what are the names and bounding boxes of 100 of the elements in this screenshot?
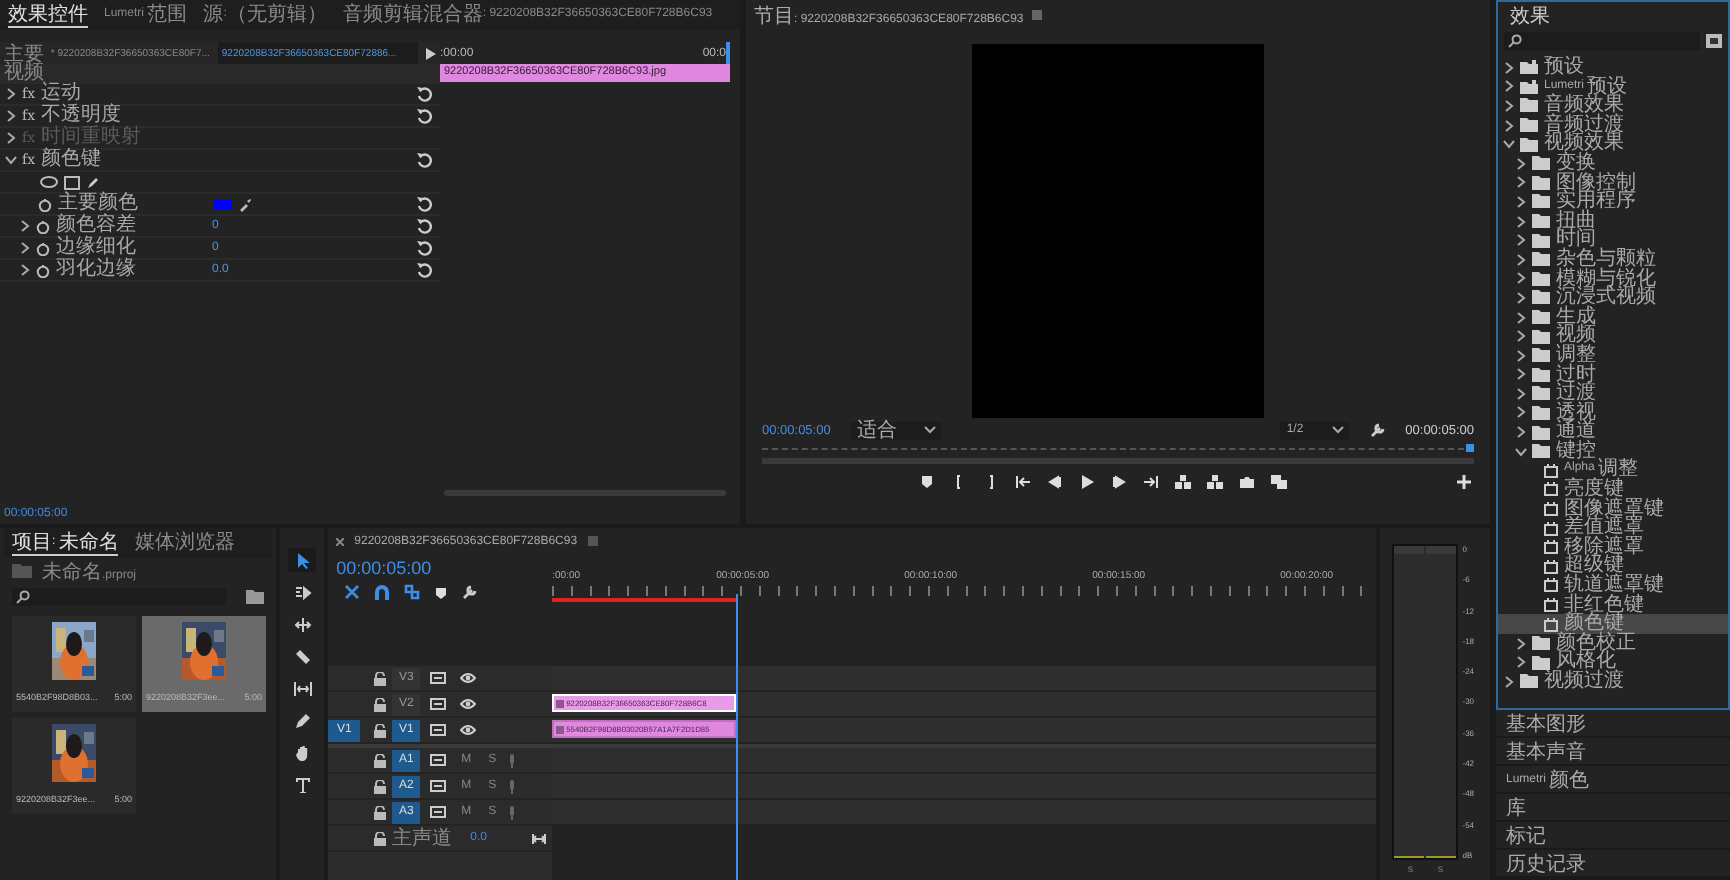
chevron-icon[interactable] — [1516, 656, 1526, 669]
go-to-out-icon[interactable] — [1140, 472, 1160, 492]
stopwatch-icon[interactable] — [38, 197, 52, 211]
camera-icon[interactable] — [1236, 472, 1256, 492]
chevron-icon[interactable] — [6, 88, 16, 100]
link-icon[interactable] — [404, 584, 421, 600]
chevron-icon[interactable] — [1516, 234, 1526, 247]
effects-tree-item[interactable]: 音频效果 — [1498, 96, 1728, 116]
effects-tree-item[interactable]: 颜色键 — [1498, 614, 1728, 634]
effects-tree-item[interactable]: 视频效果 — [1498, 134, 1728, 154]
lock-icon[interactable] — [374, 805, 387, 819]
menu-icon[interactable] — [1031, 10, 1042, 20]
effects-tree-item[interactable]: 键控 — [1498, 441, 1728, 461]
chevron-icon[interactable] — [1516, 291, 1526, 304]
effects-tree-item[interactable]: 图像控制 — [1498, 173, 1728, 193]
panel-header[interactable]: 标记 — [1496, 822, 1730, 850]
effects-tree-item[interactable]: 颜色校正 — [1498, 633, 1728, 653]
expand-icon[interactable] — [532, 833, 547, 843]
stopwatch-icon[interactable] — [36, 241, 50, 255]
microphone-icon[interactable] — [508, 805, 517, 819]
effects-tree-item[interactable]: 差值遮罩 — [1498, 518, 1728, 538]
effects-tree-item[interactable]: 变换 — [1498, 153, 1728, 174]
panel-header[interactable]: 库 — [1496, 794, 1730, 822]
chevron-icon[interactable] — [1516, 272, 1526, 285]
chevron-icon[interactable] — [1504, 119, 1514, 132]
microphone-icon[interactable] — [508, 779, 517, 793]
playhead-timecode[interactable]: 00:00:05:00 — [336, 558, 545, 578]
sync-lock-icon[interactable] — [430, 806, 447, 818]
effects-tree-item[interactable]: 调整 — [1498, 345, 1728, 365]
panel-header[interactable]: 历史记录 — [1496, 850, 1730, 878]
sync-lock-icon[interactable] — [430, 724, 447, 736]
reset-icon[interactable] — [416, 152, 432, 168]
play-icon[interactable] — [426, 47, 436, 59]
color-swatch[interactable] — [214, 199, 232, 209]
lift-icon[interactable] — [1172, 472, 1192, 492]
chevron-icon[interactable] — [1516, 349, 1526, 362]
effects-tree-item[interactable]: 扭曲 — [1498, 211, 1728, 231]
effects-tree-item[interactable]: 时间 — [1498, 230, 1728, 250]
eye-icon[interactable] — [460, 724, 477, 736]
chevron-icon[interactable] — [1516, 426, 1526, 439]
search-field[interactable] — [1504, 32, 1700, 50]
chevron-icon[interactable] — [1516, 406, 1526, 419]
zoom-dropdown[interactable]: 适合 — [850, 421, 943, 439]
lock-icon[interactable] — [374, 753, 387, 767]
rectangle-mask-icon[interactable] — [64, 175, 80, 189]
play-icon[interactable] — [1076, 472, 1096, 492]
eyedropper-icon[interactable] — [238, 197, 252, 211]
effects-tree-item[interactable]: 移除遮罩 — [1498, 537, 1728, 557]
effects-tree-item[interactable]: 生成 — [1498, 307, 1728, 327]
lock-icon[interactable] — [374, 723, 387, 737]
effects-tree-item[interactable]: 过渡 — [1498, 384, 1728, 404]
effects-tree-item[interactable]: 实用程序 — [1498, 192, 1728, 212]
chevron-icon[interactable] — [6, 110, 16, 122]
chevron-icon[interactable] — [1516, 368, 1526, 381]
sync-lock-icon[interactable] — [430, 754, 447, 766]
chevron-icon[interactable] — [1504, 675, 1514, 688]
effects-tree-item[interactable]: 杂色与颗粒 — [1498, 249, 1728, 270]
chevron-icon[interactable] — [1504, 80, 1514, 93]
chevron-icon[interactable] — [1516, 387, 1526, 400]
chevron-icon[interactable] — [5, 155, 17, 165]
magnet-icon[interactable] — [374, 584, 391, 600]
step-forward-icon[interactable] — [1108, 472, 1128, 492]
chevron-icon[interactable] — [1516, 253, 1526, 266]
plus-icon[interactable] — [1454, 472, 1474, 492]
chevron-icon[interactable] — [1504, 61, 1514, 74]
marker-icon[interactable] — [916, 472, 936, 492]
effects-tree-item[interactable]: 轨道遮罩键 — [1498, 576, 1728, 596]
chevron-icon[interactable] — [1503, 139, 1515, 150]
effects-tree-item[interactable]: 图像遮罩键 — [1498, 499, 1728, 519]
stopwatch-icon[interactable] — [36, 219, 50, 233]
step-back-icon[interactable] — [1044, 472, 1064, 492]
panel-tab[interactable]: 效果控件 — [8, 2, 88, 28]
marker-icon[interactable] — [434, 585, 449, 599]
new-bin-icon[interactable] — [246, 589, 265, 603]
effects-tree-item[interactable]: 音频过渡 — [1498, 115, 1728, 135]
sync-lock-icon[interactable] — [430, 672, 447, 684]
effects-tree-item[interactable]: 模糊与锐化 — [1498, 269, 1728, 289]
sync-lock-icon[interactable] — [430, 698, 447, 710]
chevron-icon[interactable] — [1516, 176, 1526, 189]
chevron-icon[interactable] — [1516, 330, 1526, 343]
lock-icon[interactable] — [374, 779, 387, 793]
stopwatch-icon[interactable] — [36, 263, 50, 277]
effects-tree-item[interactable]: 视频过渡 — [1498, 672, 1728, 692]
slip-icon[interactable] — [288, 676, 317, 700]
effects-tree-item[interactable]: 预设 — [1498, 58, 1728, 78]
effects-tree-item[interactable]: 沉浸式视频 — [1498, 288, 1728, 308]
go-to-in-icon[interactable] — [1012, 472, 1032, 492]
effects-tree-item[interactable]: 亮度键 — [1498, 480, 1728, 500]
ellipse-mask-icon[interactable] — [40, 176, 58, 188]
eye-icon[interactable] — [460, 672, 477, 684]
panel-tab[interactable]: 媒体浏览器 — [134, 530, 235, 556]
effects-tree-item[interactable]: 非红色键 — [1498, 595, 1728, 615]
search-field[interactable] — [12, 587, 227, 605]
panel-header[interactable]: 基本图形 — [1496, 710, 1730, 738]
eye-icon[interactable] — [460, 698, 477, 710]
wrench-icon[interactable] — [1369, 422, 1386, 438]
chevron-icon[interactable] — [1516, 637, 1526, 650]
wrench-icon[interactable] — [462, 584, 479, 600]
close-icon[interactable] — [336, 537, 345, 545]
effects-tree-item[interactable]: 过时 — [1498, 365, 1728, 385]
